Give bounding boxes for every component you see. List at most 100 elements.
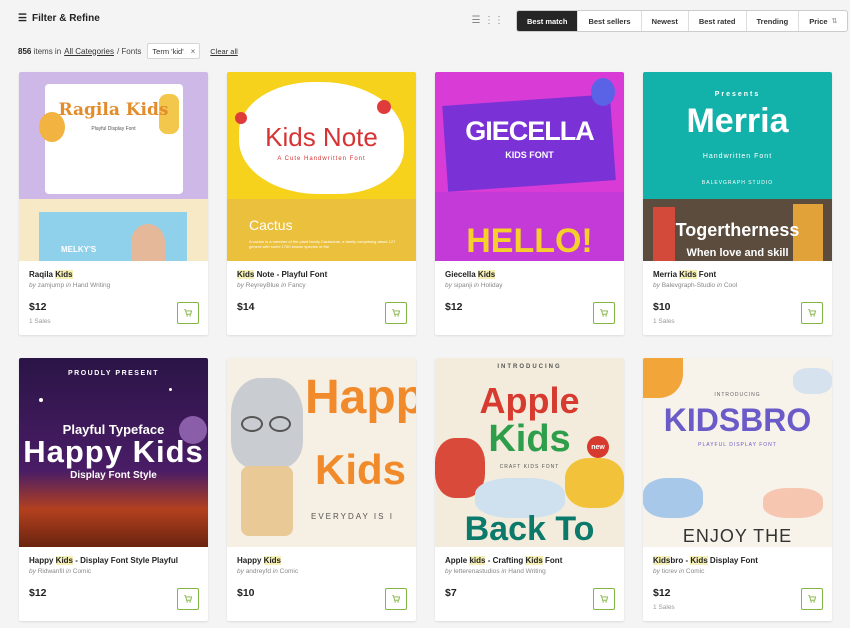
- thumb-title: Merria: [686, 102, 789, 140]
- product-card[interactable]: INTRODUCING Apple Kids new CRAFT KIDS FO…: [435, 358, 624, 621]
- product-card[interactable]: INTRODUCING KIDSBRO PLAYFUL DISPLAY FONT…: [643, 358, 832, 621]
- product-author: by Ridwanfil in Comic: [29, 568, 92, 575]
- product-sales: 1 Sales: [653, 318, 675, 325]
- product-title[interactable]: Happy Kids - Display Font Style Playful: [29, 556, 178, 565]
- product-sales: 1 Sales: [653, 604, 675, 611]
- product-thumbnail[interactable]: PROUDLY PRESENT Playful Typeface Happy K…: [19, 358, 208, 547]
- thumb-caption: Kids: [315, 446, 407, 493]
- sort-arrows-icon: ⇅: [831, 18, 838, 25]
- cart-icon: [392, 595, 401, 603]
- product-title[interactable]: Merria Kids Font: [653, 270, 716, 279]
- add-to-cart-button[interactable]: [801, 588, 823, 610]
- product-card[interactable]: GIECELLA KIDS FONT HELLO! Giecella Kids …: [435, 72, 624, 335]
- sort-price[interactable]: Price ⇅: [799, 11, 847, 31]
- thumb-subtitle: A Cute Handwritten Font: [277, 156, 366, 162]
- product-thumbnail[interactable]: Happ Kids EVERYDAY IS I: [227, 358, 416, 547]
- sort-newest[interactable]: Newest: [642, 11, 689, 31]
- sort-best-rated[interactable]: Best rated: [689, 11, 747, 31]
- product-card[interactable]: Happ Kids EVERYDAY IS I Happy Kids by an…: [227, 358, 416, 621]
- product-title[interactable]: Kids Note - Playful Font: [237, 270, 327, 279]
- thumb-tagline: EVERYDAY IS I: [311, 512, 394, 521]
- cart-icon: [600, 309, 609, 317]
- thumb-title: Ragila Kids: [58, 100, 169, 120]
- product-card[interactable]: Ragila Kids Playful Display Font MELKY'S…: [19, 72, 208, 335]
- add-to-cart-button[interactable]: [177, 588, 199, 610]
- thumb-title: Kids Note: [265, 122, 378, 152]
- product-card[interactable]: PROUDLY PRESENT Playful Typeface Happy K…: [19, 358, 208, 621]
- add-to-cart-button[interactable]: [177, 302, 199, 324]
- thumb-badge: new: [587, 436, 609, 458]
- product-thumbnail[interactable]: Kids Note A Cute Handwritten Font Cactus…: [227, 72, 416, 261]
- results-summary: 856 items in All Categories / Fonts Term…: [18, 43, 238, 59]
- product-title[interactable]: Apple kids - Crafting Kids Font: [445, 556, 562, 565]
- product-thumbnail[interactable]: INTRODUCING KIDSBRO PLAYFUL DISPLAY FONT…: [643, 358, 832, 547]
- product-price: $12: [29, 587, 47, 599]
- add-to-cart-button[interactable]: [385, 588, 407, 610]
- add-to-cart-button[interactable]: [385, 302, 407, 324]
- cart-icon: [184, 309, 193, 317]
- thumb-presents: INTRODUCING: [714, 392, 761, 398]
- add-to-cart-button[interactable]: [593, 588, 615, 610]
- sort-options: Best match Best sellers Newest Best rate…: [516, 10, 849, 32]
- thumb-subtitle: Handwritten Font: [702, 153, 773, 160]
- product-author: by Balevgraph-Studio in Cool: [653, 282, 738, 289]
- thumb-title: KIDSBRO: [663, 402, 812, 438]
- thumb-caption: Togertherness: [675, 220, 800, 240]
- product-author: by ReyreyBlue in Fancy: [237, 282, 306, 289]
- list-view-icon[interactable]: ☰: [467, 11, 485, 29]
- thumb-presents: INTRODUCING: [497, 364, 562, 370]
- product-price: $10: [653, 301, 671, 313]
- cart-icon: [600, 595, 609, 603]
- cart-icon: [808, 309, 817, 317]
- thumb-title: GIECELLA: [465, 116, 595, 146]
- cart-icon: [184, 595, 193, 603]
- filter-refine-button[interactable]: ☰ Filter & Refine: [18, 13, 100, 24]
- add-to-cart-button[interactable]: [801, 302, 823, 324]
- product-price: $12: [653, 587, 671, 599]
- product-grid: Ragila Kids Playful Display Font MELKY'S…: [19, 72, 832, 621]
- product-card[interactable]: Kids Note A Cute Handwritten Font Cactus…: [227, 72, 416, 335]
- items-in-text: items in: [33, 46, 62, 56]
- product-sales: 1 Sales: [29, 318, 51, 325]
- result-count: 856: [18, 46, 32, 56]
- category-path: / Fonts: [116, 46, 142, 56]
- thumb-subtitle: KIDS FONT: [505, 150, 554, 160]
- product-price: $14: [237, 301, 255, 313]
- cart-icon: [392, 309, 401, 317]
- thumb-body: A cactus is a member of the plant family…: [249, 239, 396, 249]
- thumb-presents: Presents: [714, 91, 761, 98]
- product-author: by andreyfd in Comic: [237, 568, 299, 575]
- grid-view-icon[interactable]: ⋮⋮: [484, 11, 504, 29]
- product-thumbnail[interactable]: GIECELLA KIDS FONT HELLO!: [435, 72, 624, 261]
- product-card[interactable]: Presents Merria Handwritten Font BALEVGR…: [643, 72, 832, 335]
- filter-icon: ☰: [18, 13, 27, 24]
- thumb-subtitle: PLAYFUL DISPLAY FONT: [698, 442, 777, 448]
- thumb-studio: BALEVGRAPH STUDIO: [701, 180, 774, 186]
- clear-all-link[interactable]: Clear all: [210, 47, 238, 56]
- thumb-caption: HELLO!: [466, 222, 593, 260]
- category-link[interactable]: All Categories: [64, 47, 114, 56]
- product-title[interactable]: Giecella Kids: [445, 270, 496, 279]
- thumb-tagline: When love and skill: [686, 247, 789, 259]
- product-thumbnail[interactable]: Ragila Kids Playful Display Font MELKY'S: [19, 72, 208, 261]
- thumb-caption: Cactus: [249, 217, 293, 233]
- product-price: $12: [445, 301, 463, 313]
- sort-trending[interactable]: Trending: [747, 11, 800, 31]
- product-thumbnail[interactable]: INTRODUCING Apple Kids new CRAFT KIDS FO…: [435, 358, 624, 547]
- thumb-caption: ENJOY THE: [682, 526, 793, 546]
- sort-price-label: Price: [809, 16, 828, 26]
- product-price: $10: [237, 587, 255, 599]
- product-price: $7: [445, 587, 457, 599]
- sort-best-sellers[interactable]: Best sellers: [578, 11, 642, 31]
- thumb-subtitle: CRAFT KIDS FONT: [499, 464, 560, 470]
- add-to-cart-button[interactable]: [593, 302, 615, 324]
- product-title[interactable]: Kidsbro - Kids Display Font: [653, 556, 758, 565]
- product-title[interactable]: Happy Kids: [237, 556, 282, 565]
- product-title[interactable]: Raqila Kids: [29, 270, 73, 279]
- remove-term-icon[interactable]: ×: [191, 47, 196, 56]
- cart-icon: [808, 595, 817, 603]
- product-thumbnail[interactable]: Presents Merria Handwritten Font BALEVGR…: [643, 72, 832, 261]
- sort-best-match[interactable]: Best match: [517, 11, 579, 31]
- thumb-caption: MELKY'S: [61, 245, 97, 254]
- top-toolbar: ☰ Filter & Refine ☰ ⋮⋮ Best match Best s…: [0, 0, 850, 40]
